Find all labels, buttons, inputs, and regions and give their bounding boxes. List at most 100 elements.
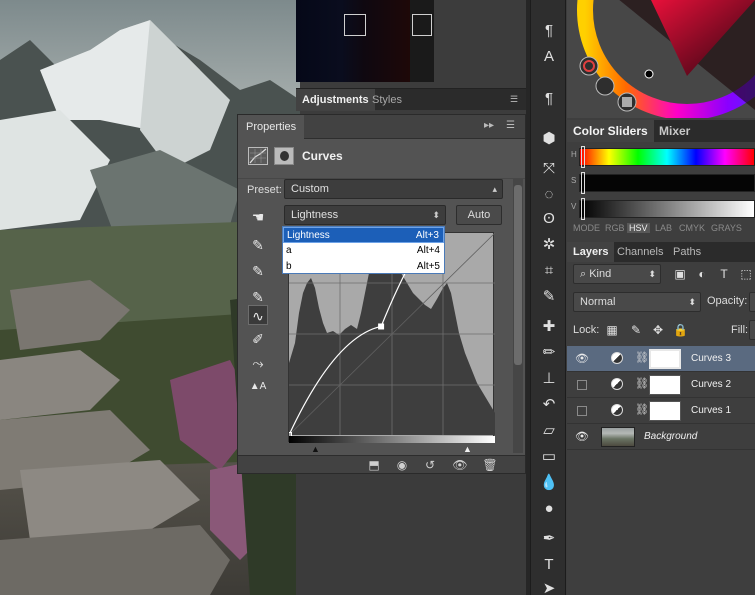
mode-grays[interactable]: GRAYS	[711, 223, 742, 233]
layer-thumbnail[interactable]	[601, 427, 635, 447]
color-wheel[interactable]	[567, 0, 755, 118]
curve-point-tool-icon[interactable]: ∿	[248, 305, 268, 325]
pen-tool-icon[interactable]: ✒	[537, 528, 561, 550]
visibility-toggle[interactable]	[577, 406, 587, 416]
gray-eyedropper-icon[interactable]: ✎	[248, 261, 268, 281]
preset-dropdown[interactable]: Custom ▴	[284, 179, 503, 199]
clip-to-layer-icon[interactable]: ⬒	[366, 457, 382, 473]
blur-tool-icon[interactable]: 💧	[537, 472, 561, 494]
panel-menu-icon[interactable]: ☰	[506, 120, 515, 131]
fill-input[interactable]	[749, 320, 755, 340]
path-selection-icon[interactable]: ➤	[537, 578, 561, 595]
collapse-icon[interactable]: ▸▸	[484, 120, 494, 131]
saturation-slider[interactable]: S	[567, 172, 755, 194]
lock-transparent-icon[interactable]: ▦	[605, 323, 619, 337]
3d-icon[interactable]: ⬢	[537, 128, 561, 150]
hue-slider[interactable]: H	[567, 146, 755, 168]
link-icon[interactable]: ⛓	[635, 351, 649, 364]
tab-properties[interactable]: Properties	[238, 115, 305, 139]
link-icon[interactable]: ⛓	[635, 403, 649, 416]
tab-styles[interactable]: Styles	[366, 89, 408, 111]
slider-knob[interactable]	[581, 172, 585, 194]
lock-all-icon[interactable]: 🔒	[673, 323, 688, 337]
adjustment-filter-icon[interactable]: ◐	[695, 267, 709, 281]
menu-item-b[interactable]: b Alt+5	[283, 259, 444, 275]
white-eyedropper-icon[interactable]: ✎	[248, 287, 268, 307]
filter-kind-dropdown[interactable]: ⌕ Kind ⬍	[573, 264, 661, 284]
trash-icon[interactable]: 🗑	[482, 457, 498, 473]
eraser-tool-icon[interactable]: ▱	[537, 420, 561, 442]
layer-mask-thumbnail[interactable]	[649, 375, 681, 395]
link-icon[interactable]: ⛓	[635, 377, 649, 390]
value-bar[interactable]	[579, 200, 755, 218]
menu-item-a[interactable]: a Alt+4	[283, 243, 444, 259]
shape-filter-icon[interactable]: ⬚	[739, 267, 753, 281]
properties-scrollbar[interactable]	[513, 179, 523, 453]
tab-paths[interactable]: Paths	[667, 242, 707, 262]
history-brush-icon[interactable]: ↶	[537, 394, 561, 416]
tab-adjustments[interactable]: Adjustments	[296, 89, 375, 111]
opacity-input[interactable]	[749, 292, 755, 312]
background-layer-row[interactable]: 👁 Background	[567, 424, 755, 450]
lock-position-icon[interactable]: ✥	[651, 323, 665, 337]
curve-control-point[interactable]	[378, 323, 385, 330]
character-icon[interactable]: A	[537, 46, 561, 68]
panel-menu-icon[interactable]: ☰	[510, 94, 522, 104]
view-previous-icon[interactable]: ◉	[394, 457, 410, 473]
pencil-draw-icon[interactable]: ✐	[248, 329, 268, 349]
mode-hsv[interactable]: HSV	[627, 223, 650, 233]
pixel-filter-icon[interactable]: ▣	[673, 267, 687, 281]
auto-button[interactable]: Auto	[456, 205, 502, 225]
white-point-slider[interactable]: ▲	[463, 444, 472, 454]
swatch-selector-secondary[interactable]	[412, 14, 432, 36]
layer-mask-icon[interactable]	[274, 147, 294, 165]
saturation-bar[interactable]	[579, 174, 755, 192]
type-tool-icon[interactable]: T	[537, 554, 561, 576]
tab-channels[interactable]: Channels	[611, 242, 669, 262]
layer-mask-thumbnail[interactable]	[649, 401, 681, 421]
dodge-tool-icon[interactable]: ●	[537, 498, 561, 520]
visibility-toggle[interactable]	[577, 380, 587, 390]
tab-color-sliders[interactable]: Color Sliders	[567, 120, 654, 142]
layer-name[interactable]: Curves 1	[691, 405, 731, 416]
hue-bar[interactable]	[579, 148, 755, 166]
slider-knob[interactable]	[581, 198, 585, 220]
black-point-slider[interactable]: ▲	[311, 444, 320, 454]
smooth-curve-icon[interactable]: ⤳	[248, 353, 268, 373]
lock-pixels-icon[interactable]: ✎	[629, 323, 643, 337]
clone-stamp-icon[interactable]: ⊥	[537, 368, 561, 390]
blend-mode-dropdown[interactable]: Normal ⬍	[573, 292, 701, 312]
scroll-thumb[interactable]	[514, 185, 522, 365]
layer-row[interactable]: ⛓ Curves 1	[567, 398, 755, 424]
swatch-selector[interactable]	[344, 14, 366, 36]
mode-lab[interactable]: LAB	[655, 223, 672, 233]
healing-brush-icon[interactable]: ✚	[537, 316, 561, 338]
type-filter-icon[interactable]: T	[717, 267, 731, 281]
curves-adjustment-icon[interactable]	[248, 147, 268, 165]
layer-mask-thumbnail[interactable]	[649, 349, 681, 369]
gradient-tool-icon[interactable]: ▭	[537, 446, 561, 468]
tab-layers[interactable]: Layers	[567, 242, 615, 262]
paragraph-icon[interactable]: ¶	[537, 20, 561, 42]
mode-cmyk[interactable]: CMYK	[679, 223, 705, 233]
eyedropper-tool-icon[interactable]: ✎	[537, 286, 561, 308]
paragraph-styles-icon[interactable]: ¶	[537, 88, 561, 110]
reset-icon[interactable]: ↺	[422, 457, 438, 473]
channel-dropdown[interactable]: Lightness ⬍	[284, 205, 446, 225]
magic-wand-icon[interactable]: ✲	[537, 234, 561, 256]
eye-icon[interactable]: 👁	[575, 352, 589, 366]
clipping-warning-icon[interactable]: ▲A	[248, 377, 268, 397]
slider-knob[interactable]	[581, 146, 585, 168]
lasso-tool-icon[interactable]: ʘ	[537, 208, 561, 230]
marquee-tool-icon[interactable]: ◌	[537, 184, 561, 206]
swatch-grid[interactable]	[296, 0, 410, 82]
mode-rgb[interactable]: RGB	[605, 223, 625, 233]
value-slider[interactable]: V	[567, 198, 755, 220]
crop-tool-icon[interactable]: ⌗	[537, 260, 561, 282]
toggle-visibility-icon[interactable]: 👁	[452, 457, 468, 473]
brush-tool-icon[interactable]: ✏	[537, 342, 561, 364]
black-eyedropper-icon[interactable]: ✎	[248, 235, 268, 255]
layer-name[interactable]: Background	[644, 431, 697, 442]
layer-name[interactable]: Curves 2	[691, 379, 731, 390]
move-tool-icon[interactable]: ⤧	[537, 158, 561, 180]
